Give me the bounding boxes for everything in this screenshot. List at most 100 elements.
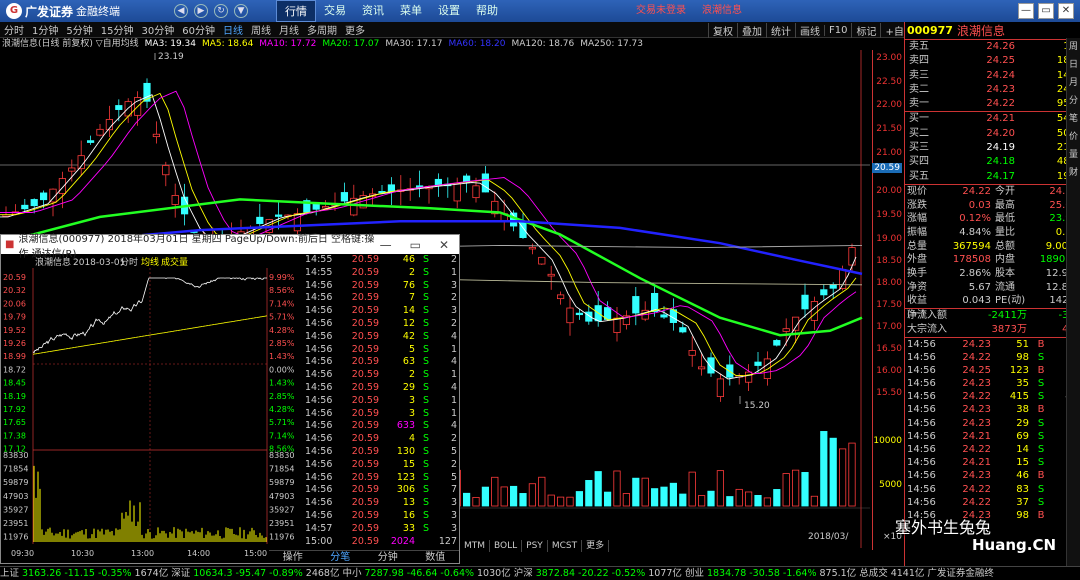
right-axis-tick: 2.85% [269,392,295,401]
popup-tab-operate[interactable]: 操作 [269,551,317,564]
tab-boll[interactable]: BOLL [490,540,523,552]
tab-daily[interactable]: 日线 [219,22,247,37]
refresh-icon[interactable]: ↻ [214,4,228,18]
popup-tab-values[interactable]: 数值 [412,551,460,564]
close-button[interactable]: ✕ [1058,3,1074,19]
tab-15min[interactable]: 15分钟 [97,22,138,37]
trade-direction: S [422,254,430,265]
tab-multi-period[interactable]: 多周期 [303,22,341,37]
bid-label: 买一 [909,113,929,125]
menu-market[interactable]: 行情 [276,0,316,22]
trade-time: 14:56 [305,484,333,496]
draw-button[interactable]: 画线 [795,22,824,38]
tab-psy[interactable]: PSY [522,540,548,552]
tick-direction: S [1037,417,1045,429]
f10-button[interactable]: F10 [824,24,851,36]
ask-row[interactable]: 卖二24.23246 [905,83,1080,97]
stat-value: 0.12% [959,213,991,225]
side-toolbar: 周日月分笔价量财 [1066,38,1080,566]
tab-mtm[interactable]: MTM [460,540,491,552]
popup-tab-minutes[interactable]: 分钟 [364,551,412,564]
tab-weekly[interactable]: 周线 [247,22,275,37]
trade-count: 5 [450,471,457,483]
popup-maximize[interactable]: ▭ [410,238,421,252]
tab-30min[interactable]: 30分钟 [137,22,178,37]
tab-intraday[interactable]: 分时 [0,22,28,37]
tab-5min[interactable]: 5分钟 [62,22,96,37]
dropdown-icon[interactable]: ▼ [234,4,248,18]
menu-trade[interactable]: 交易 [316,0,354,22]
popup-time-axis: 09:30 10:30 13:00 14:00 15:00 [11,549,267,558]
side-tab[interactable]: 周 [1067,38,1080,56]
trade-count: 4 [450,330,457,342]
menu-menu[interactable]: 菜单 [392,0,430,22]
bid-row[interactable]: 买三24.19213 [905,141,1080,155]
stat-label: 内盘 [995,254,1015,266]
adjust-button[interactable]: 复权 [708,22,737,38]
tab-1min[interactable]: 1分钟 [28,22,62,37]
trade-volume: 7 [408,292,415,304]
popup-minimize[interactable]: — [380,238,392,252]
trade-count: 4 [450,381,457,393]
tab-60min[interactable]: 60分钟 [178,22,219,37]
tick-time: 14:56 [907,391,936,403]
bid-row[interactable]: 买五24.17199 [905,170,1080,184]
price-tick: 19.00 [876,234,902,244]
trade-count: 3 [450,509,457,521]
forward-icon[interactable]: ▶ [194,4,208,18]
side-tab[interactable]: 日 [1067,56,1080,74]
candle-body [87,140,95,143]
ask-row[interactable]: 卖五24.2614 [905,40,1080,54]
ma20-value: MA20: 17.07 [322,39,380,49]
back-icon[interactable]: ◀ [174,4,188,18]
trade-count: 1 [450,369,457,381]
trade-direction: S [422,420,430,432]
trade-row: 14:56 20.59 4 S 2 [301,433,459,446]
trade-direction: S [422,458,430,470]
tab-more[interactable]: 更多 [341,22,369,37]
bid-row[interactable]: 买四24.18485 [905,155,1080,169]
trade-count: 7 [450,484,457,496]
menu-help[interactable]: 帮助 [468,0,506,22]
tick-price: 24.23 [962,338,991,350]
bid-row[interactable]: 买二24.20506 [905,127,1080,141]
price-axis: 23.00 22.50 22.00 21.50 21.00 20.59 20.0… [872,50,904,550]
bid-row[interactable]: 买一24.21546 [905,112,1080,126]
menu-news[interactable]: 资讯 [354,0,392,22]
side-tab[interactable]: 价 [1067,128,1080,146]
stats-button[interactable]: 统计 [766,22,795,38]
trade-login-status[interactable]: 交易未登录 [636,0,686,22]
tick-time: 14:56 [907,430,936,442]
side-tab[interactable]: 量 [1067,146,1080,164]
side-tab[interactable]: 月 [1067,74,1080,92]
intraday-chart[interactable]: 浪潮信息 2018-03-01 分时 均线 成交量 20.59 20.32 20.0… [1,254,301,564]
left-axis-tick: 18.19 [3,392,26,401]
stock-info-link[interactable]: 浪潮信息 [702,0,742,22]
side-tab[interactable]: 笔 [1067,110,1080,128]
stat-label: 净资 [907,281,927,293]
trade-price: 20.59 [351,330,379,342]
side-tab[interactable]: 分 [1067,92,1080,110]
ask-row[interactable]: 卖四24.25184 [905,54,1080,68]
popup-tab-trades[interactable]: 分笔 [317,551,365,564]
mark-button[interactable]: 标记 [851,22,880,38]
index-ticker[interactable]: 上证 3163.26 -11.15 -0.35% 1674亿 深证 10634.3 -95.4… [0,566,1080,580]
side-tab[interactable]: 财 [1067,164,1080,182]
tick-time: 14:56 [907,496,936,508]
tab-more-indicators[interactable]: 更多 [582,540,610,552]
tick-volume: 415 [1009,391,1029,403]
minimize-button[interactable]: — [1018,3,1034,19]
tab-mcst[interactable]: MCST [548,540,583,552]
tick-price: 24.23 [962,417,991,429]
chart-title[interactable]: 浪潮信息(日线 前复权) ▽自用均线 [2,38,139,50]
ma-legend: 浪潮信息(日线 前复权) ▽自用均线 MA3: 19.34 MA5: 18.64… [0,38,870,50]
menu-settings[interactable]: 设置 [430,0,468,22]
overlay-button[interactable]: 叠加 [737,22,766,38]
popup-close[interactable]: ✕ [439,238,449,252]
left-axis-tick: 18.45 [3,379,26,388]
tick-direction: B [1037,509,1045,521]
ask-row[interactable]: 卖一24.22955 [905,97,1080,111]
tab-monthly[interactable]: 月线 [275,22,303,37]
maximize-button[interactable]: ▭ [1038,3,1054,19]
ask-row[interactable]: 卖三24.24147 [905,69,1080,83]
